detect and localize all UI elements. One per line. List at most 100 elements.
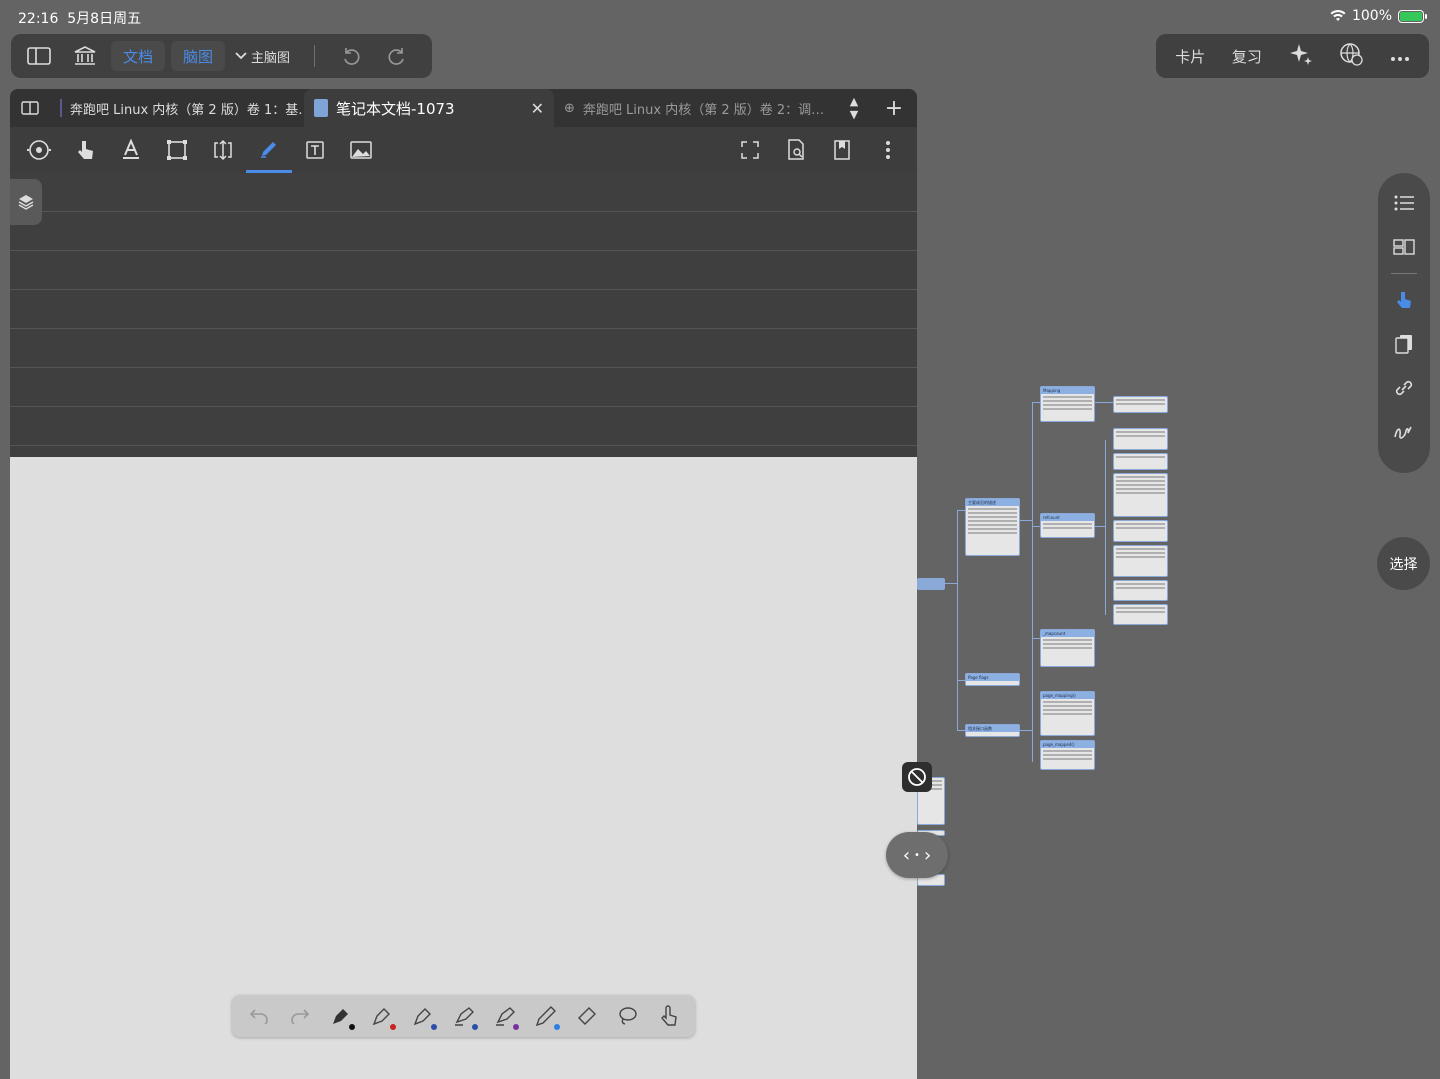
fullscreen-icon[interactable]: [727, 127, 773, 173]
mindmap-node[interactable]: refcount: [1040, 513, 1095, 538]
tab-label: 笔记本文档-1073: [336, 99, 455, 118]
mindmap-leaf[interactable]: [1113, 396, 1168, 413]
mindmap-canvas[interactable]: 主要成员的描述 Mapping refcount _mapcount Page …: [917, 380, 1177, 900]
highlighter-blue-icon[interactable]: [447, 999, 481, 1033]
library-icon[interactable]: [65, 38, 105, 74]
hand-tool-icon[interactable]: [1384, 278, 1424, 322]
dot-icon: •: [914, 849, 920, 861]
add-tab-icon[interactable]: +: [874, 89, 914, 127]
node-title: Mapping: [1041, 387, 1094, 394]
tab-book-1[interactable]: 奔跑吧 Linux 内核（第 2 版）卷 1：基…: [50, 89, 304, 127]
close-icon[interactable]: ✕: [531, 99, 544, 118]
time-text: 22:16: [18, 11, 59, 27]
root-node-stub[interactable]: [917, 578, 945, 590]
chevron-down-icon: [235, 52, 247, 60]
connector: [1032, 638, 1040, 639]
chevron-left-icon: ‹: [902, 844, 911, 866]
connector: [945, 583, 957, 584]
blank-page-area[interactable]: [10, 457, 917, 1079]
mindmap-mode-button[interactable]: 脑图: [171, 41, 226, 71]
date-text: 5月8日周五: [67, 11, 142, 27]
mindmap-leaf[interactable]: [1113, 604, 1168, 625]
mindmap-leaf[interactable]: [1113, 473, 1168, 517]
status-right: 100%: [1330, 8, 1427, 24]
mindmap-leaf[interactable]: [1113, 545, 1168, 577]
pen-toolbar: [232, 995, 695, 1037]
mindmap-leaf[interactable]: [1113, 580, 1168, 601]
mindmap-node[interactable]: Mapping: [1040, 386, 1095, 422]
layout-icon[interactable]: [1384, 225, 1424, 269]
review-button[interactable]: 复习: [1232, 46, 1262, 67]
node-title: 主要成员的描述: [966, 499, 1019, 506]
cards-button[interactable]: 卡片: [1175, 46, 1205, 67]
status-time: 22:16 5月8日周五: [18, 8, 141, 28]
mindmap-leaf[interactable]: [1113, 453, 1168, 470]
battery-icon: [1398, 9, 1427, 23]
link-icon[interactable]: [1384, 366, 1424, 410]
add-circle-icon: ⊕: [564, 100, 575, 116]
page-search-icon[interactable]: [773, 127, 819, 173]
undo-icon[interactable]: [331, 38, 371, 74]
block-icon[interactable]: [902, 762, 932, 792]
pen-tool-icon[interactable]: [246, 127, 292, 173]
pen-blue-icon[interactable]: [406, 999, 440, 1033]
chevron-right-icon: ›: [923, 844, 932, 866]
mindmap-selector[interactable]: 主脑图: [235, 47, 290, 66]
layers-icon[interactable]: [10, 179, 42, 225]
split-view-icon[interactable]: [10, 89, 50, 127]
lasso-icon[interactable]: [611, 999, 645, 1033]
connector: [1032, 526, 1040, 527]
sidebar-toggle-icon[interactable]: [19, 38, 59, 74]
copy-pages-icon[interactable]: [1384, 322, 1424, 366]
rect-select-icon[interactable]: [154, 127, 200, 173]
mindmap-node[interactable]: page_mapped(): [1040, 740, 1095, 770]
annotation-toolbar: [10, 127, 917, 173]
main-toolbar: 文档 脑图 主脑图: [11, 34, 432, 78]
highlighter-purple-icon[interactable]: [488, 999, 522, 1033]
bookmark-page-icon[interactable]: [819, 127, 865, 173]
outline-list-icon[interactable]: [1384, 181, 1424, 225]
touch-hand-icon[interactable]: [652, 999, 686, 1033]
resize-icon[interactable]: [200, 127, 246, 173]
more-icon[interactable]: [1390, 47, 1410, 66]
connector: [957, 510, 965, 511]
rotate-sync-icon[interactable]: [16, 127, 62, 173]
hand-pointer-icon[interactable]: [62, 127, 108, 173]
tab-book-2[interactable]: ⊕ 奔跑吧 Linux 内核（第 2 版）卷 2：调…: [554, 89, 834, 127]
textbox-icon[interactable]: [292, 127, 338, 173]
mindmap-node[interactable]: _mapcount: [1040, 629, 1095, 667]
fountain-pen-icon[interactable]: [324, 999, 358, 1033]
redo-icon[interactable]: [283, 999, 317, 1033]
more-vertical-icon[interactable]: [865, 127, 911, 173]
mindmap-node[interactable]: 相关接口函数: [965, 724, 1020, 737]
image-icon[interactable]: [338, 127, 384, 173]
mindmap-node[interactable]: page_mapping(): [1040, 691, 1095, 736]
connector: [1095, 526, 1105, 527]
tab-notebook[interactable]: 笔记本文档-1073 ✕: [304, 89, 554, 127]
mindmap-leaf[interactable]: [1113, 520, 1168, 542]
mindmap-selector-label: 主脑图: [251, 50, 291, 66]
squiggle-icon[interactable]: [1384, 410, 1424, 454]
pencil-blue-icon[interactable]: [529, 999, 563, 1033]
undo-icon[interactable]: [242, 999, 276, 1033]
mindmap-node[interactable]: Page flags: [965, 673, 1020, 686]
connector: [1032, 710, 1033, 756]
doc-mode-button[interactable]: 文档: [111, 41, 166, 71]
web-help-icon[interactable]: [1339, 42, 1363, 70]
pen-red-icon[interactable]: [365, 999, 399, 1033]
connector: [1032, 402, 1040, 403]
split-resize-handle[interactable]: ‹ • ›: [886, 832, 948, 878]
lined-note-area[interactable]: [10, 173, 917, 457]
redo-icon[interactable]: [377, 38, 417, 74]
select-button[interactable]: 选择: [1377, 537, 1430, 590]
connector: [957, 730, 965, 731]
text-highlight-icon[interactable]: [108, 127, 154, 173]
connector: [957, 680, 965, 681]
connector: [1095, 402, 1113, 403]
eraser-icon[interactable]: [570, 999, 604, 1033]
tab-sort-icon[interactable]: ▲ ▼: [834, 89, 874, 127]
mindmap-leaf[interactable]: [1113, 428, 1168, 450]
mindmap-node[interactable]: 主要成员的描述: [965, 498, 1020, 556]
node-title: 相关接口函数: [966, 725, 1019, 732]
sparkle-icon[interactable]: [1289, 42, 1313, 70]
